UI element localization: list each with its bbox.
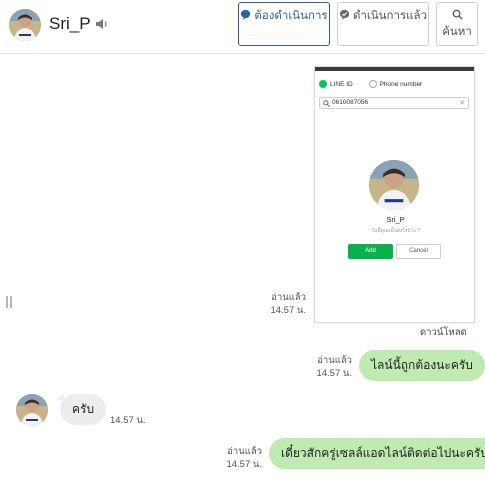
- image-message[interactable]: LINE ID Phone number 0610087056 ✕ Sri_P …: [314, 66, 475, 323]
- image-topbar: [315, 67, 474, 71]
- chat-check-icon: [339, 9, 350, 20]
- read-status: อ่านแล้ว: [317, 355, 352, 366]
- search-icon: [323, 100, 330, 107]
- outgoing-message-bubble[interactable]: เดี๋ยวสักครู่เซลล์แอดไลน์ติดต่อไปนะครับ: [269, 438, 485, 469]
- resize-handle[interactable]: [6, 296, 12, 308]
- pending-button[interactable]: ต้องดำเนินการ: [238, 2, 330, 46]
- contact-avatar[interactable]: [9, 9, 41, 41]
- chat-header: Sri_P ต้องดำเนินการ ดำเนินการแล้ว ค้นหา: [0, 0, 485, 54]
- image-search-field: 0610087056 ✕: [319, 97, 469, 109]
- image-profile-avatar: [369, 160, 419, 210]
- done-label: ดำเนินการแล้ว: [352, 10, 428, 22]
- avatar-image: [369, 160, 419, 210]
- radio-unchecked-icon: [368, 80, 377, 88]
- sender-avatar[interactable]: [16, 394, 48, 426]
- image-add-button: Add: [348, 244, 393, 259]
- avatar-image: [16, 394, 48, 426]
- bubble-tail: [467, 457, 475, 463]
- search-icon: [452, 9, 463, 20]
- message-time: 14.57 น.: [316, 368, 352, 379]
- search-label: ค้นหา: [442, 26, 472, 38]
- search-type-options: LINE ID Phone number: [319, 80, 422, 88]
- download-link[interactable]: ดาวน์โหลด: [420, 325, 467, 340]
- bubble-tail: [467, 369, 475, 375]
- chat-area[interactable]: LINE ID Phone number 0610087056 ✕ Sri_P …: [0, 55, 485, 498]
- pending-label: ต้องดำเนินการ: [254, 10, 328, 22]
- option-phone: Phone number: [379, 81, 423, 88]
- message-meta: อ่านแล้ว 14.57 น.: [262, 291, 306, 317]
- read-status: อ่านแล้ว: [227, 446, 262, 457]
- contact-name: Sri_P: [49, 14, 91, 33]
- message-time: 14.57 น.: [110, 415, 146, 426]
- message-time: 14.57 น.: [226, 459, 262, 470]
- done-button[interactable]: ดำเนินการแล้ว: [337, 2, 429, 46]
- message-time: 14.57 น.: [270, 305, 306, 316]
- incoming-message-bubble[interactable]: ครับ: [60, 394, 107, 425]
- read-status: อ่านแล้ว: [271, 292, 306, 303]
- image-cancel-button: Cancel: [396, 244, 441, 259]
- message-meta: อ่านแล้ว 14.57 น.: [308, 354, 352, 380]
- chat-bubble-icon: [241, 9, 251, 20]
- image-profile-status: วันนี้คุณเป็นยังไงบ้าง ?: [371, 228, 420, 234]
- message-meta: อ่านแล้ว 14.57 น.: [218, 445, 262, 471]
- outgoing-message-bubble[interactable]: ไลน์นี้ถูกต้องนะครับ: [359, 350, 485, 381]
- clear-icon: ✕: [459, 100, 465, 107]
- search-button[interactable]: ค้นหา: [436, 2, 478, 46]
- image-search-value: 0610087056: [332, 99, 369, 106]
- option-line-id: LINE ID: [330, 81, 353, 88]
- avatar-image: [9, 9, 41, 41]
- image-profile-name: Sri_P: [386, 215, 405, 224]
- radio-checked-icon: [319, 80, 327, 88]
- speaker-icon[interactable]: [95, 17, 109, 31]
